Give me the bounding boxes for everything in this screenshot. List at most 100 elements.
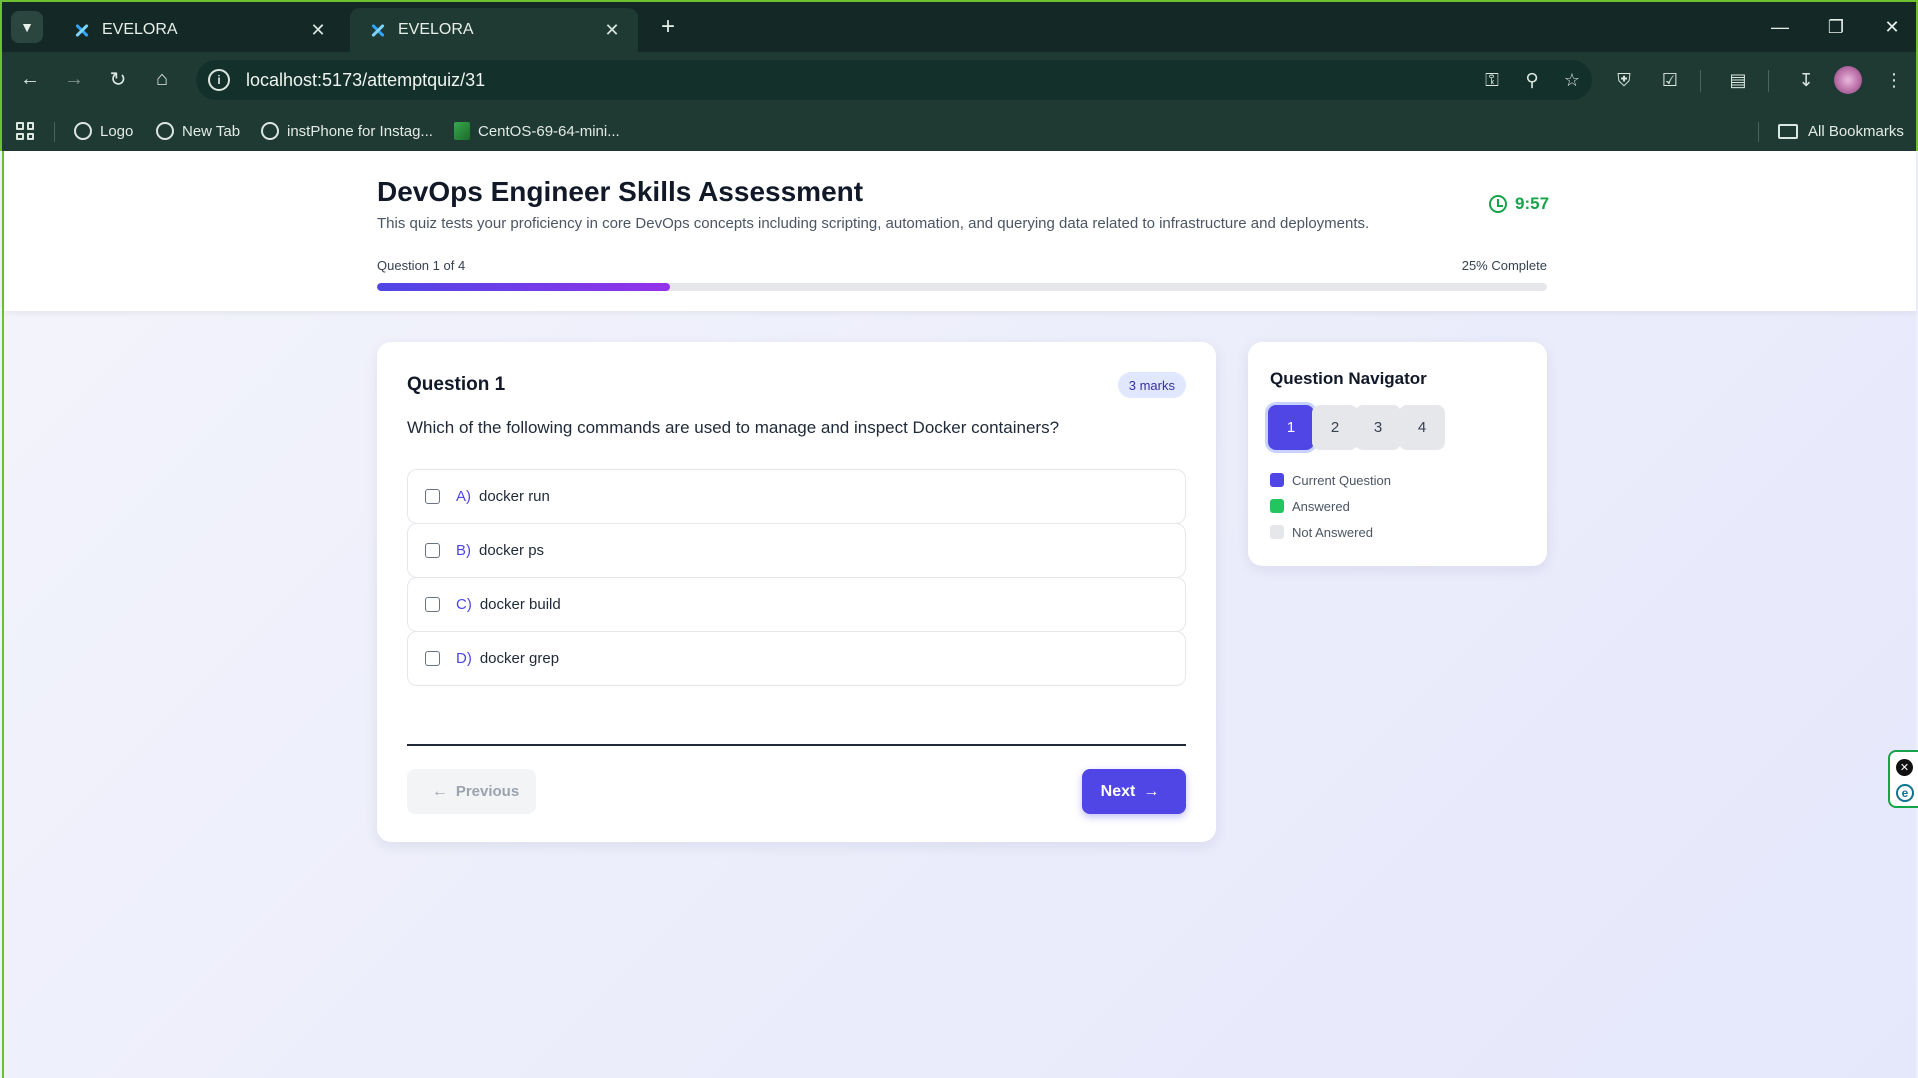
question-label: Question 1 — [407, 374, 506, 395]
quiz-title: DevOps Engineer Skills Assessment — [377, 176, 864, 207]
evelora-favicon-icon — [72, 20, 92, 40]
previous-button[interactable]: ← Previous — [407, 769, 536, 814]
new-tab-plus-icon[interactable]: + — [654, 13, 682, 41]
centos-icon — [454, 122, 470, 140]
folder-icon — [1778, 123, 1798, 139]
option-c[interactable]: C) docker build — [407, 577, 1186, 632]
navigator-question-4[interactable]: 4 — [1399, 405, 1445, 450]
extensions-puzzle-icon[interactable]: ☑ — [1654, 64, 1686, 96]
browser-tab-2[interactable]: EVELORA ✕ — [350, 8, 638, 52]
quiz-page: DevOps Engineer Skills Assessment This q… — [2, 151, 1916, 1078]
bookmark-logo[interactable]: Logo — [74, 118, 133, 144]
bookmarks-bar: Logo New Tab instPhone for Instag... Cen… — [2, 108, 1916, 153]
more-menu-icon[interactable]: ⋮ — [1878, 64, 1910, 96]
shield-extension-icon[interactable]: ⛨ — [1608, 64, 1640, 96]
arrow-right-icon: → — [1143, 782, 1160, 800]
address-bar[interactable]: i localhost:5173/attemptquiz/31 ⚿ ⚲ ☆ — [196, 60, 1592, 100]
bookmark-centos[interactable]: CentOS-69-64-mini... — [454, 118, 620, 144]
legend-not-answered: Not Answered — [1270, 524, 1373, 540]
back-arrow-icon[interactable]: ← — [13, 62, 47, 96]
navigator-question-3[interactable]: 3 — [1355, 405, 1401, 450]
option-checkbox[interactable] — [425, 651, 440, 666]
option-checkbox[interactable] — [425, 543, 440, 558]
home-icon[interactable]: ⌂ — [145, 62, 179, 96]
tab-strip: ▼ EVELORA ✕ EVELORA ✕ + — ❐ ✕ — [2, 2, 1916, 52]
forward-arrow-icon[interactable]: → — [57, 62, 91, 96]
question-navigator: Question Navigator 1 2 3 4 Current Quest… — [1248, 342, 1547, 566]
close-circle-icon[interactable]: ✕ — [1896, 759, 1913, 776]
bookmark-label: instPhone for Instag... — [287, 122, 433, 140]
chevron-down-icon: ▼ — [20, 19, 34, 35]
arrow-left-icon: ← — [431, 782, 448, 800]
option-checkbox[interactable] — [425, 489, 440, 504]
apps-grid-icon[interactable] — [16, 122, 34, 140]
quiz-header: DevOps Engineer Skills Assessment This q… — [4, 151, 1916, 311]
quiz-description: This quiz tests your proficiency in core… — [377, 215, 1370, 232]
window-close-icon[interactable]: ✕ — [1872, 10, 1912, 44]
tab-search-button[interactable]: ▼ — [11, 11, 43, 43]
quiz-timer: 9:57 — [1489, 194, 1549, 214]
key-icon[interactable]: ⚿ — [1472, 60, 1512, 100]
option-letter: A) — [456, 488, 471, 505]
option-text: docker ps — [479, 542, 545, 559]
navigator-question-2[interactable]: 2 — [1312, 405, 1358, 450]
close-icon[interactable]: ✕ — [602, 20, 622, 41]
progress-bar — [377, 283, 1547, 291]
reading-mode-icon[interactable]: ▤ — [1722, 64, 1754, 96]
option-d[interactable]: D) docker grep — [407, 631, 1186, 686]
previous-label: Previous — [455, 783, 520, 800]
tab-title: EVELORA — [102, 21, 178, 38]
bookmark-label: Logo — [100, 122, 134, 140]
site-info-icon[interactable]: i — [208, 69, 230, 91]
bookmark-instphone[interactable]: instPhone for Instag... — [261, 118, 433, 144]
progress-bar-fill — [377, 283, 670, 291]
restore-icon[interactable]: ❐ — [1816, 10, 1856, 44]
bookmark-label: CentOS-69-64-mini... — [478, 122, 620, 140]
question-card: Question 1 3 marks Which of the followin… — [377, 342, 1216, 842]
legend-answered: Answered — [1270, 498, 1350, 514]
legend-current: Current Question — [1270, 472, 1391, 488]
evelora-favicon-icon — [368, 20, 388, 40]
option-letter: B) — [456, 542, 471, 559]
next-button[interactable]: Next → — [1082, 769, 1186, 814]
marks-badge: 3 marks — [1117, 372, 1186, 398]
option-letter: D) — [456, 650, 472, 667]
download-icon[interactable]: ↧ — [1790, 64, 1822, 96]
browser-tab-1[interactable]: EVELORA ✕ — [54, 8, 344, 52]
globe-icon — [261, 122, 279, 140]
extension-e-icon[interactable]: e — [1896, 784, 1914, 802]
all-bookmarks-label: All Bookmarks — [1808, 122, 1904, 140]
reload-icon[interactable]: ↻ — [101, 62, 135, 96]
legend-label: Current Question — [1292, 472, 1391, 488]
globe-icon — [74, 122, 92, 140]
legend-swatch — [1270, 525, 1284, 539]
option-text: docker grep — [479, 650, 560, 667]
browser-toolbar: ← → ↻ ⌂ i localhost:5173/attemptquiz/31 … — [2, 52, 1916, 108]
option-b[interactable]: B) docker ps — [407, 523, 1186, 578]
globe-icon — [156, 122, 174, 140]
minimize-icon[interactable]: — — [1760, 10, 1800, 44]
timer-text: 9:57 — [1515, 194, 1550, 213]
option-letter: C) — [456, 596, 472, 613]
percent-complete-label: 25% Complete — [1461, 258, 1547, 273]
question-progress-label: Question 1 of 4 — [377, 258, 466, 273]
star-bookmark-icon[interactable]: ☆ — [1552, 60, 1592, 100]
close-icon[interactable]: ✕ — [308, 20, 328, 41]
profile-avatar[interactable] — [1834, 66, 1862, 94]
option-checkbox[interactable] — [425, 597, 440, 612]
url-text[interactable]: localhost:5173/attemptquiz/31 — [246, 70, 1472, 91]
option-a[interactable]: A) docker run — [407, 469, 1186, 524]
legend-label: Not Answered — [1292, 524, 1373, 540]
next-label: Next — [1100, 782, 1136, 800]
bookmark-new-tab[interactable]: New Tab — [156, 118, 240, 144]
legend-swatch — [1270, 473, 1284, 487]
clock-icon — [1489, 195, 1507, 213]
all-bookmarks[interactable]: All Bookmarks — [1778, 118, 1904, 144]
navigator-question-1[interactable]: 1 — [1268, 405, 1314, 450]
divider — [407, 744, 1186, 746]
floating-extension-widget[interactable]: ✕ e — [1888, 750, 1918, 808]
legend-swatch — [1270, 499, 1284, 513]
zoom-icon[interactable]: ⚲ — [1512, 60, 1552, 100]
question-text: Which of the following commands are used… — [407, 418, 1060, 437]
navigator-title: Question Navigator — [1270, 369, 1427, 388]
